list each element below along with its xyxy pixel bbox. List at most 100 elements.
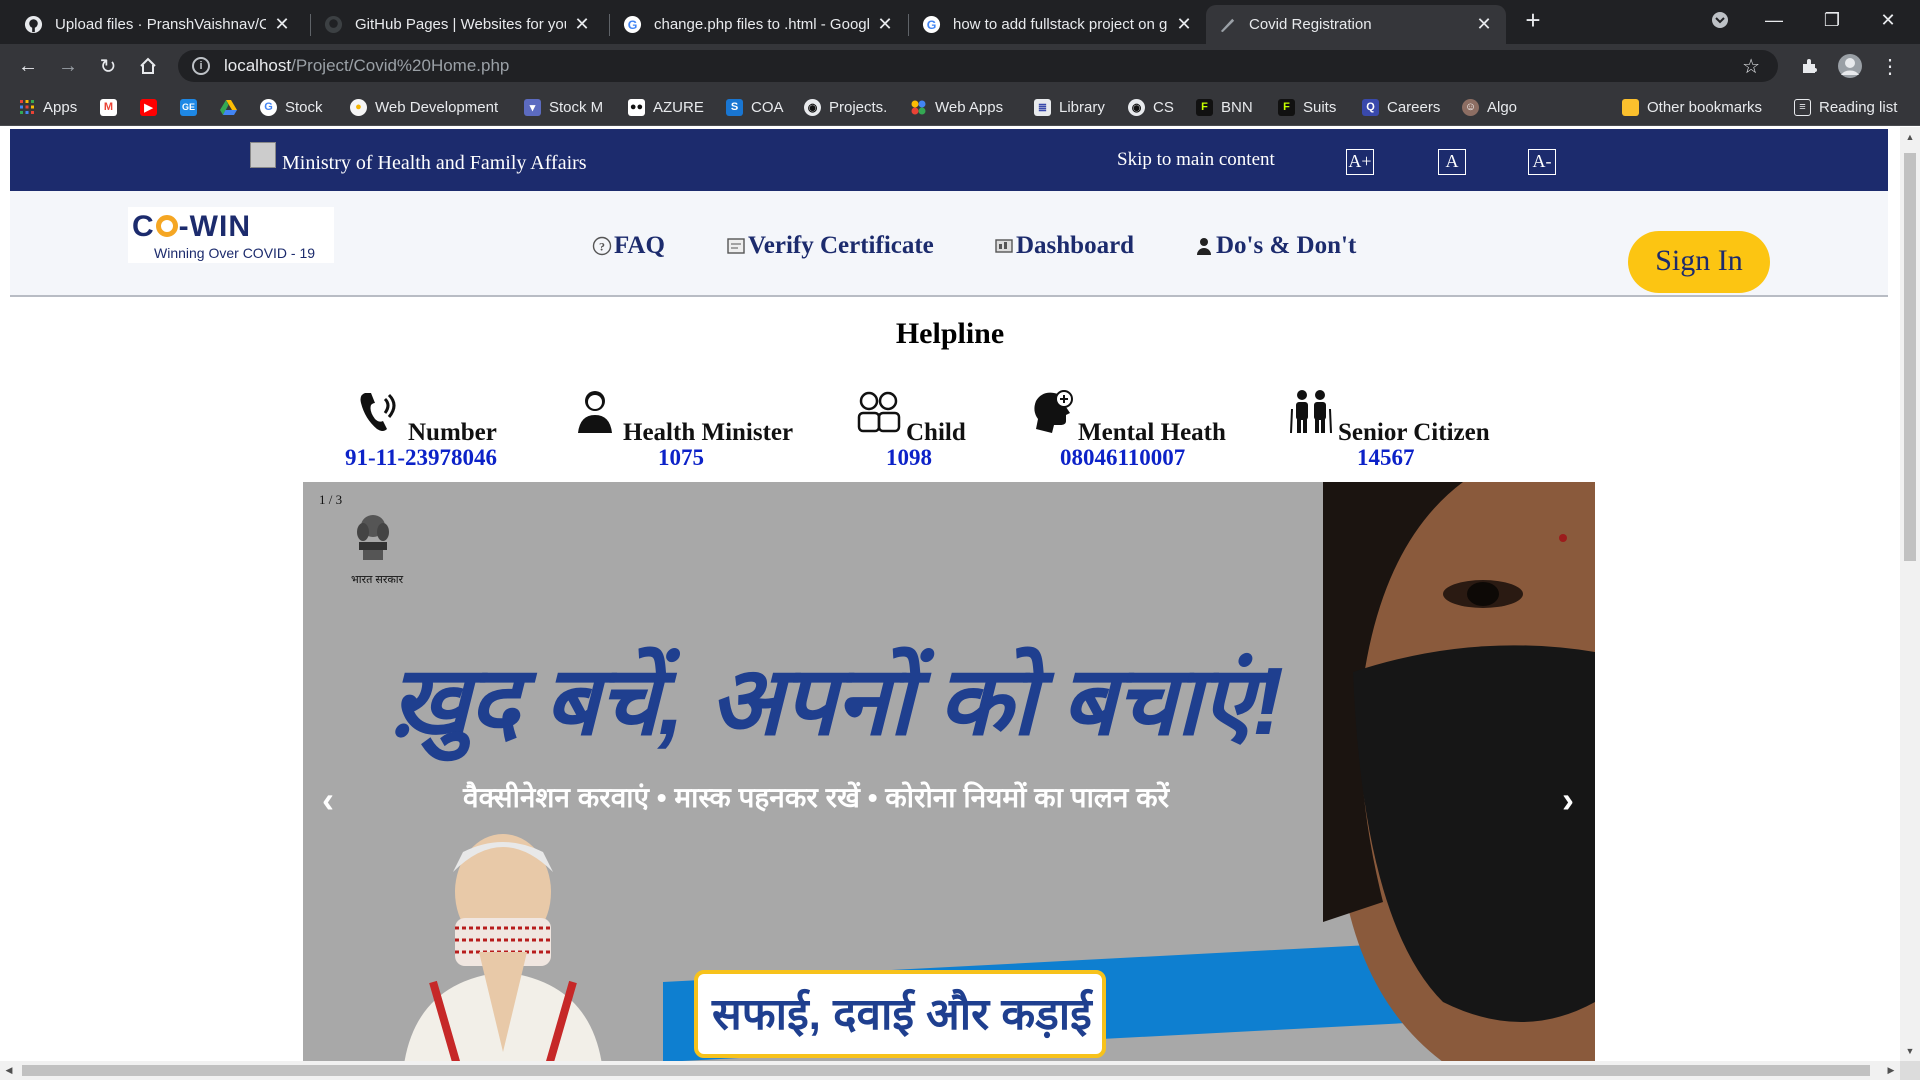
reload-icon[interactable]: ↻ bbox=[94, 52, 122, 80]
minimize-window-icon[interactable]: — bbox=[1752, 0, 1796, 40]
bookmark-bnn[interactable]: F BNN bbox=[1196, 95, 1253, 119]
scroll-right-arrow-icon[interactable]: ▶ bbox=[1882, 1061, 1900, 1080]
sign-in-button[interactable]: Sign In bbox=[1628, 231, 1770, 293]
browser-menu-icon[interactable]: ⋮ bbox=[1876, 52, 1904, 80]
bookmark-other-folder[interactable]: Other bookmarks bbox=[1622, 95, 1762, 119]
vertical-scroll-thumb[interactable] bbox=[1904, 153, 1916, 561]
google-classroom-icon: GE bbox=[180, 98, 197, 116]
bookmark-web-development[interactable]: ● Web Development bbox=[350, 95, 498, 119]
google-drive-icon bbox=[220, 99, 237, 116]
bookmark-cs[interactable]: ◉ CS bbox=[1128, 95, 1174, 119]
font-decrease-button[interactable]: A- bbox=[1528, 149, 1556, 175]
avatar-icon: ☺ bbox=[1462, 98, 1479, 116]
logo-letters: -WIN bbox=[178, 210, 251, 243]
close-tab-icon[interactable]: ✕ bbox=[875, 14, 895, 35]
nav-dos-donts[interactable]: Do's & Don't bbox=[1194, 229, 1356, 263]
back-arrow-icon[interactable]: ← bbox=[14, 52, 42, 80]
nav-dashboard[interactable]: Dashboard bbox=[994, 229, 1134, 263]
tab-divider bbox=[310, 14, 311, 36]
bookmark-stock-m[interactable]: ▾ Stock M bbox=[524, 95, 603, 119]
github-icon bbox=[24, 15, 43, 34]
bookmark-library[interactable]: ≣ Library bbox=[1034, 95, 1105, 119]
person-icon bbox=[1194, 236, 1214, 256]
helpline-heading: Helpline bbox=[895, 317, 1005, 350]
tab-fullstack-project[interactable]: G how to add fullstack project on g ✕ bbox=[910, 5, 1206, 44]
helpline-phone-number[interactable]: 08046110007 bbox=[1060, 445, 1185, 471]
children-icon bbox=[856, 389, 902, 440]
close-window-icon[interactable]: ✕ bbox=[1866, 0, 1910, 40]
address-bar[interactable]: i localhost/Project/Covid%20Home.php ☆ bbox=[178, 50, 1778, 82]
callout-text: सफाई, दवाई और कड़ाई bbox=[712, 990, 1092, 1039]
close-tab-icon[interactable]: ✕ bbox=[572, 14, 592, 35]
vertical-scrollbar[interactable]: ▲ ▼ bbox=[1900, 127, 1920, 1061]
bookmark-label: COA bbox=[751, 98, 784, 116]
horizontal-scroll-thumb[interactable] bbox=[22, 1065, 1870, 1076]
bookmark-azure[interactable]: ●● AZURE bbox=[628, 95, 704, 119]
scroll-up-arrow-icon[interactable]: ▲ bbox=[1900, 127, 1920, 147]
scroll-down-arrow-icon[interactable]: ▼ bbox=[1900, 1041, 1920, 1061]
tab-upload-files[interactable]: Upload files · PranshVaishnav/Co ✕ bbox=[12, 5, 304, 44]
helpline-phone-number[interactable]: 1075 bbox=[658, 445, 704, 471]
new-tab-button[interactable]: + bbox=[1520, 7, 1546, 34]
carousel-prev-button[interactable]: ‹ bbox=[313, 782, 343, 822]
bookmark-apps[interactable]: Apps bbox=[18, 95, 77, 119]
carousel-next-button[interactable]: › bbox=[1553, 782, 1583, 822]
tab-covid-registration[interactable]: Covid Registration ✕ bbox=[1206, 5, 1506, 44]
bookmark-suits[interactable]: F Suits bbox=[1278, 95, 1336, 119]
nav-faq[interactable]: ? FAQ bbox=[592, 229, 665, 263]
logo-letter: C bbox=[132, 210, 155, 243]
scroll-left-arrow-icon[interactable]: ◀ bbox=[0, 1061, 18, 1080]
profile-avatar[interactable] bbox=[1836, 52, 1864, 80]
close-tab-icon[interactable]: ✕ bbox=[1174, 14, 1194, 35]
home-icon[interactable] bbox=[134, 52, 162, 80]
bookmark-algo[interactable]: ☺ Algo bbox=[1462, 95, 1517, 119]
hero-carousel[interactable]: 1 / 3 भारत सरकार ख़ुद बचें, अपनों को बचा… bbox=[303, 482, 1595, 1061]
browser-tab-strip: Upload files · PranshVaishnav/Co ✕ GitHu… bbox=[0, 0, 1920, 44]
bookmark-projects[interactable]: ◉ Projects. bbox=[804, 95, 887, 119]
youtube-icon: ▶ bbox=[140, 98, 157, 116]
bookmark-youtube[interactable]: ▶ bbox=[140, 95, 165, 119]
reading-list-button[interactable]: ≡ Reading list bbox=[1794, 95, 1897, 119]
helpline-phone-number[interactable]: 1098 bbox=[886, 445, 932, 471]
font-normal-button[interactable]: A bbox=[1438, 149, 1466, 175]
bookmark-classroom[interactable]: GE bbox=[180, 95, 205, 119]
google-icon: G bbox=[922, 15, 941, 34]
bookmark-label: Projects. bbox=[829, 98, 888, 116]
bookmark-web-apps[interactable]: Web Apps bbox=[910, 95, 1003, 119]
medium-icon: ●● bbox=[628, 98, 645, 116]
tab-github-pages[interactable]: GitHub Pages | Websites for you ✕ bbox=[312, 5, 604, 44]
github-icon bbox=[324, 15, 343, 34]
skip-to-main-link[interactable]: Skip to main content bbox=[1117, 149, 1275, 171]
site-info-icon[interactable]: i bbox=[192, 57, 210, 75]
bookmarks-bar: Apps M ▶ GE G Stock ● Web Development ▾ Sto… bbox=[0, 88, 1920, 126]
horizontal-scrollbar[interactable]: ◀ ▶ bbox=[0, 1061, 1900, 1080]
google-icon: G bbox=[623, 15, 642, 34]
bookmark-drive[interactable] bbox=[220, 95, 245, 119]
helpline-phone-number[interactable]: 14567 bbox=[1357, 445, 1415, 471]
logo-tagline: Winning Over COVID - 19 bbox=[154, 245, 316, 261]
bookmark-coa[interactable]: S COA bbox=[726, 95, 784, 119]
bookmark-stock[interactable]: G Stock bbox=[260, 95, 323, 119]
close-tab-icon[interactable]: ✕ bbox=[272, 14, 292, 35]
url-host: localhost bbox=[224, 56, 292, 75]
bookmark-star-icon[interactable]: ☆ bbox=[1742, 54, 1760, 79]
folder-icon bbox=[1622, 98, 1639, 116]
helpline-name: Health Minister bbox=[623, 419, 794, 446]
government-label: भारत सरकार bbox=[351, 574, 404, 586]
helpline-phone-number[interactable]: 91-11-23978046 bbox=[345, 445, 497, 471]
extensions-puzzle-icon[interactable] bbox=[1796, 52, 1824, 80]
bookmark-careers[interactable]: Q Careers bbox=[1362, 95, 1440, 119]
close-tab-icon[interactable]: ✕ bbox=[1474, 14, 1494, 35]
mental-health-icon bbox=[1030, 389, 1074, 440]
restore-window-icon[interactable]: ❐ bbox=[1810, 0, 1854, 40]
font-increase-button[interactable]: A+ bbox=[1346, 149, 1374, 175]
forward-arrow-icon[interactable]: → bbox=[54, 52, 82, 80]
tab-search-icon[interactable] bbox=[1698, 0, 1742, 40]
tab-change-php[interactable]: G change.php files to .html - Googl ✕ bbox=[611, 5, 907, 44]
tab-title: change.php files to .html - Googl bbox=[654, 16, 869, 33]
cowin-logo[interactable]: C -WIN Winning Over COVID - 19 bbox=[128, 207, 334, 263]
svg-text:?: ? bbox=[599, 240, 605, 254]
question-icon: ? bbox=[592, 236, 612, 256]
nav-verify-certificate[interactable]: Verify Certificate bbox=[726, 229, 934, 263]
bookmark-gmail[interactable]: M bbox=[100, 95, 125, 119]
